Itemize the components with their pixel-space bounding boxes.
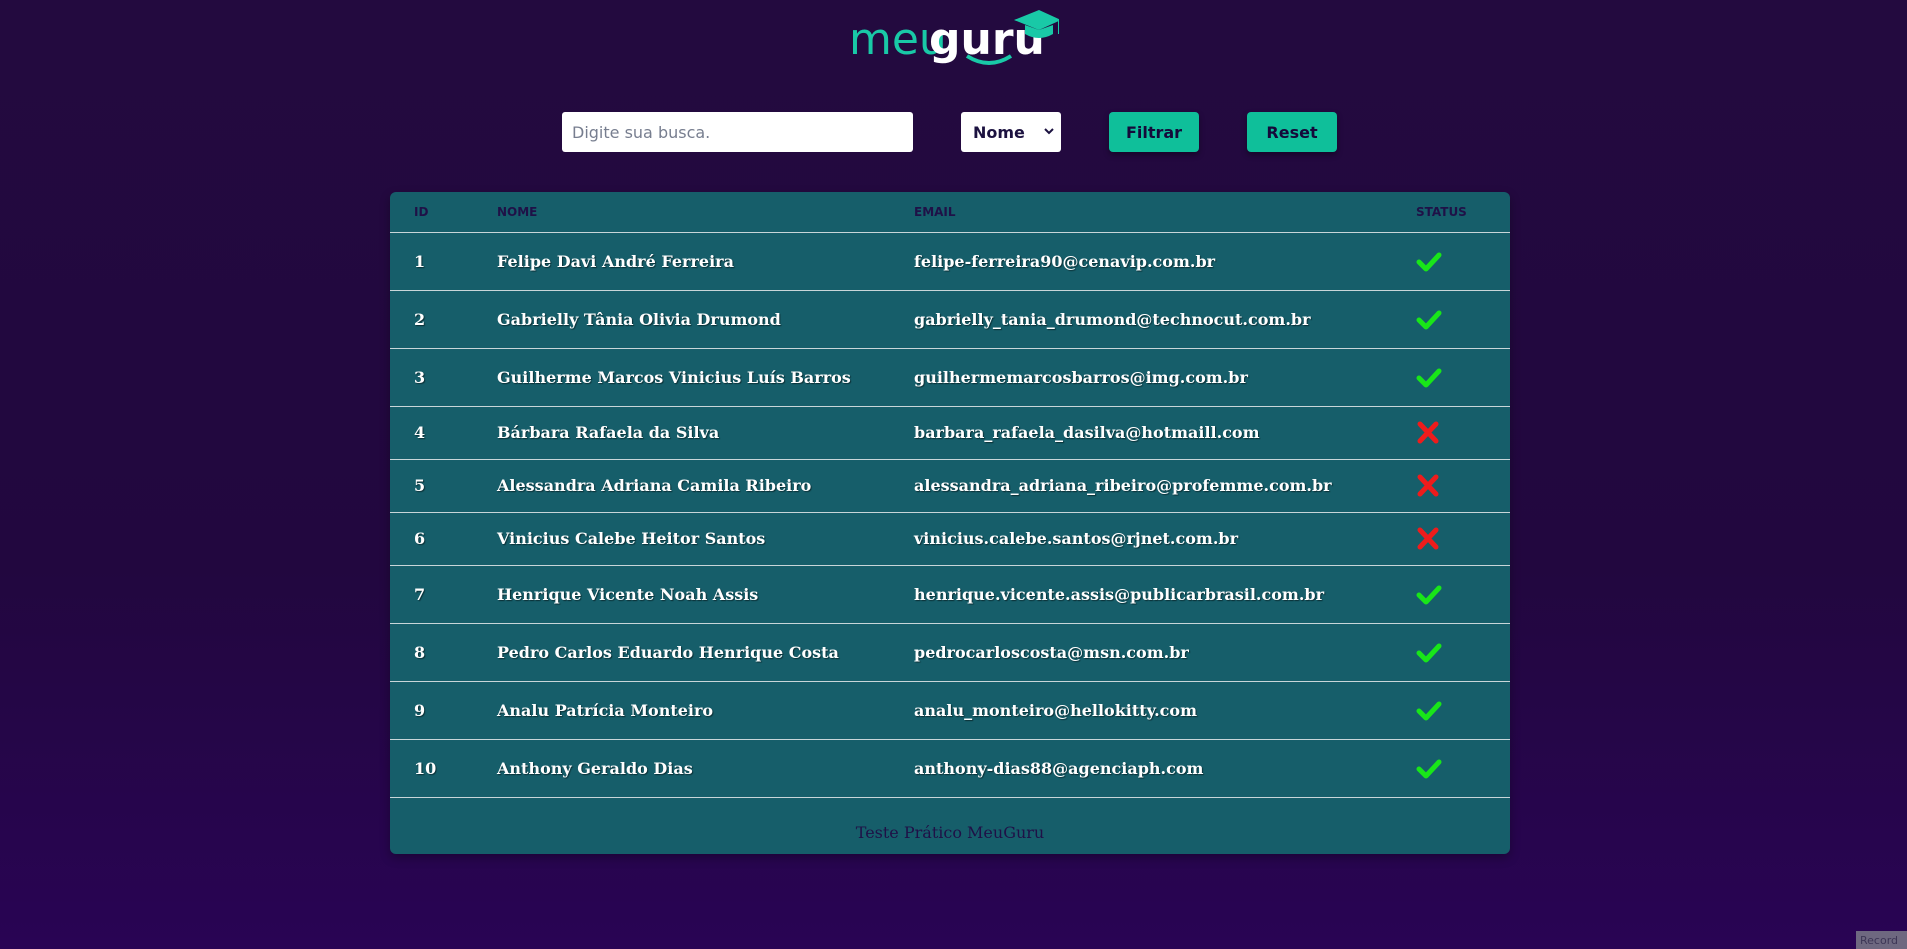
cell-name: Anthony Geraldo Dias xyxy=(497,759,693,778)
cell-id: 7 xyxy=(414,585,426,604)
cell-email: gabrielly_tania_drumond@technocut.com.br xyxy=(914,310,1311,329)
check-icon xyxy=(1416,368,1442,388)
cell-name: Alessandra Adriana Camila Ribeiro xyxy=(497,476,812,495)
cell-email: barbara_rafaela_dasilva@hotmaill.com xyxy=(914,423,1260,442)
check-icon xyxy=(1416,759,1442,779)
table-row: 2 Gabrielly Tânia Olivia Drumond gabrielly… xyxy=(390,291,1510,349)
header-id: ID xyxy=(414,205,429,219)
cell-name: Felipe Davi André Ferreira xyxy=(497,252,734,271)
cell-email: vinicius.calebe.santos@rjnet.com.br xyxy=(914,529,1239,548)
table-row: 9 Analu Patrícia Monteiro analu_monteiro@h… xyxy=(390,682,1510,740)
filter-field-select[interactable]: Nome xyxy=(961,112,1061,152)
table-row: 4 Bárbara Rafaela da Silva barbara_rafaela… xyxy=(390,407,1510,460)
users-table: ID NOME EMAIL STATUS 1 Felipe Davi André … xyxy=(390,192,1510,854)
cell-name: Bárbara Rafaela da Silva xyxy=(497,423,720,442)
reset-button[interactable]: Reset xyxy=(1247,112,1337,152)
cell-email: henrique.vicente.assis@publicarbrasil.co… xyxy=(914,585,1325,604)
header-name: NOME xyxy=(497,205,538,219)
table-row: 5 Alessandra Adriana Camila Ribeiro alessa… xyxy=(390,460,1510,513)
chevron-down-icon xyxy=(1044,128,1054,135)
check-icon xyxy=(1416,643,1442,663)
table-header: ID NOME EMAIL STATUS xyxy=(390,192,1510,233)
table-row: 3 Guilherme Marcos Vinicius Luís Barros gu… xyxy=(390,349,1510,407)
filter-button[interactable]: Filtrar xyxy=(1109,112,1199,152)
cross-icon xyxy=(1417,421,1439,444)
table-row: 7 Henrique Vicente Noah Assis henrique.vic… xyxy=(390,566,1510,624)
cell-id: 10 xyxy=(414,759,437,778)
check-icon xyxy=(1416,310,1442,330)
cell-id: 2 xyxy=(414,310,426,329)
cell-name: Analu Patrícia Monteiro xyxy=(497,701,714,720)
check-icon xyxy=(1416,252,1442,272)
check-icon xyxy=(1416,701,1442,721)
cell-name: Gabrielly Tânia Olivia Drumond xyxy=(497,310,781,329)
cell-email: pedrocarloscosta@msn.com.br xyxy=(914,643,1189,662)
cell-email: analu_monteiro@hellokitty.com xyxy=(914,701,1198,720)
table-row: 1 Felipe Davi André Ferreira felipe-ferrei… xyxy=(390,233,1510,291)
table-row: 8 Pedro Carlos Eduardo Henrique Costa pedr… xyxy=(390,624,1510,682)
cross-icon xyxy=(1417,474,1439,497)
search-input[interactable] xyxy=(562,112,913,152)
header-email: EMAIL xyxy=(914,205,956,219)
table-row: 6 Vinicius Calebe Heitor Santos vinicius.c… xyxy=(390,513,1510,566)
cell-id: 6 xyxy=(414,529,426,548)
cross-icon xyxy=(1417,527,1439,550)
cell-id: 9 xyxy=(414,701,426,720)
header-status: STATUS xyxy=(1416,205,1467,219)
cell-id: 4 xyxy=(414,423,426,442)
cell-email: anthony-dias88@agenciaph.com xyxy=(914,759,1204,778)
cell-id: 1 xyxy=(414,252,426,271)
cell-id: 5 xyxy=(414,476,426,495)
table-footer-note: Teste Prático MeuGuru xyxy=(855,823,1045,842)
cell-name: Henrique Vicente Noah Assis xyxy=(497,585,759,604)
cell-id: 8 xyxy=(414,643,426,662)
cell-email: guilhermemarcosbarros@img.com.br xyxy=(914,368,1248,387)
cell-email: felipe-ferreira90@cenavip.com.br xyxy=(914,252,1216,271)
search-toolbar: Nome Filtrar Reset xyxy=(562,112,1337,152)
record-tag[interactable]: Record xyxy=(1856,931,1907,949)
cell-name: Pedro Carlos Eduardo Henrique Costa xyxy=(497,643,839,662)
cell-email: alessandra_adriana_ribeiro@profemme.com.… xyxy=(914,476,1332,495)
check-icon xyxy=(1416,585,1442,605)
table-row: 10 Anthony Geraldo Dias anthony-dias88@age… xyxy=(390,740,1510,798)
filter-field-selected: Nome xyxy=(973,122,1025,142)
cell-name: Vinicius Calebe Heitor Santos xyxy=(497,529,766,548)
cell-id: 3 xyxy=(414,368,426,387)
cell-name: Guilherme Marcos Vinicius Luís Barros xyxy=(497,368,851,387)
meuguru-logo: meu guru xyxy=(849,4,1059,70)
